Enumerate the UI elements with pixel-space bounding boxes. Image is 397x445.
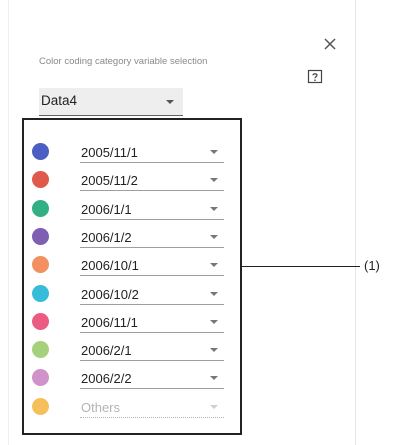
color-swatch[interactable]: [32, 256, 49, 274]
category-value-label: 2006/10/1: [81, 258, 139, 274]
color-row: 2006/10/2: [30, 282, 230, 305]
chevron-down-icon: [210, 348, 218, 353]
chevron-down-icon: [210, 234, 218, 239]
color-swatch[interactable]: [32, 143, 49, 160]
help-button[interactable]: [306, 68, 324, 86]
color-row: 2006/2/1: [30, 338, 230, 362]
stage: Color coding category variable selection…: [0, 0, 397, 445]
category-value-label: Others: [81, 399, 121, 415]
category-value-label: 2006/2/1: [81, 343, 132, 359]
category-value-label: 2006/10/2: [81, 286, 139, 302]
chevron-down-icon: [210, 404, 218, 409]
category-value-label: 2006/11/1: [81, 314, 138, 330]
chevron-down-icon: [166, 100, 174, 104]
close-button[interactable]: [320, 34, 340, 54]
color-swatch[interactable]: [32, 341, 49, 359]
category-variable-value: Data4: [41, 93, 78, 108]
category-value-select[interactable]: 2005/11/1: [80, 140, 224, 163]
color-row: Others: [30, 395, 230, 418]
chevron-down-icon: [210, 319, 218, 324]
callout-line: [242, 266, 360, 267]
color-row: 2006/2/2: [30, 366, 230, 390]
color-row: 2006/1/2: [30, 225, 230, 248]
color-row: 2005/11/2: [30, 168, 230, 192]
color-swatch[interactable]: [32, 397, 49, 415]
category-value-label: 2006/1/1: [81, 201, 132, 217]
category-value-label: 2005/11/2: [81, 173, 138, 189]
color-swatch[interactable]: [32, 199, 49, 217]
chevron-down-icon: [210, 206, 218, 211]
color-row: 2006/1/1: [30, 197, 230, 220]
chevron-down-icon: [210, 178, 218, 183]
category-value-select[interactable]: 2006/2/2: [80, 366, 224, 390]
color-row: 2006/11/1: [30, 310, 230, 333]
chevron-down-icon: [210, 150, 218, 154]
help-icon: [307, 69, 323, 84]
category-variable-select[interactable]: Data4: [39, 88, 183, 116]
category-value-label: 2005/11/1: [81, 145, 138, 160]
category-value-select[interactable]: 2006/11/1: [80, 310, 224, 333]
color-row: 2005/11/1: [30, 140, 230, 163]
color-swatch[interactable]: [32, 312, 49, 330]
section-label: Color coding category variable selection: [39, 56, 208, 67]
color-swatch[interactable]: [32, 227, 49, 245]
close-icon: [324, 38, 336, 50]
category-value-select[interactable]: 2005/11/2: [80, 168, 224, 192]
category-value-select[interactable]: 2006/10/1: [80, 253, 224, 277]
color-swatch[interactable]: [32, 284, 49, 302]
chevron-down-icon: [210, 291, 218, 296]
category-value-select[interactable]: 2006/1/2: [80, 225, 224, 248]
color-swatch[interactable]: [32, 171, 49, 189]
category-value-select[interactable]: 2006/1/1: [80, 197, 224, 220]
chevron-down-icon: [210, 263, 218, 268]
category-value-label: 2006/1/2: [81, 229, 132, 245]
color-row: 2006/10/1: [30, 253, 230, 277]
category-value-select[interactable]: 2006/10/2: [80, 282, 224, 305]
color-swatch[interactable]: [32, 369, 49, 387]
chevron-down-icon: [210, 376, 218, 381]
category-value-select[interactable]: 2006/2/1: [80, 338, 224, 362]
callout-label: (1): [364, 258, 380, 273]
category-value-select: Others: [80, 395, 224, 418]
category-value-label: 2006/2/2: [81, 371, 132, 387]
